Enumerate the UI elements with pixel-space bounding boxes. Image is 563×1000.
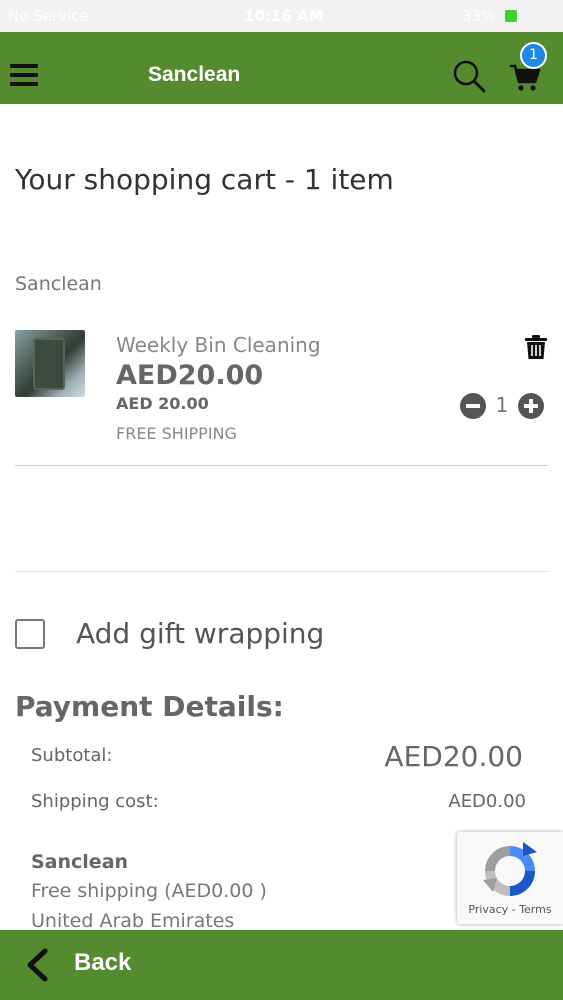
trash-icon[interactable] <box>524 334 548 360</box>
gift-wrap-label[interactable]: Add gift wrapping <box>76 617 324 650</box>
quantity-value: 1 <box>495 393 509 417</box>
shipping-country: United Arab Emirates <box>31 910 235 932</box>
battery-icon <box>505 10 517 22</box>
shipping-cost-value: AED0.00 <box>448 791 526 812</box>
quantity-decrease-icon[interactable] <box>460 393 486 419</box>
product-price: AED20.00 <box>116 360 264 391</box>
clock-label: 10:16 AM <box>244 7 324 25</box>
product-name[interactable]: Weekly Bin Cleaning <box>116 333 321 357</box>
shipping-method: Free shipping (AED0.00 ) <box>31 880 267 902</box>
payment-heading: Payment Details: <box>15 690 284 723</box>
quantity-increase-icon[interactable] <box>518 393 544 419</box>
shipping-cost-label: Shipping cost: <box>31 791 159 812</box>
back-button[interactable]: Back <box>74 949 131 977</box>
divider <box>15 571 548 572</box>
product-unit-price: AED 20.00 <box>116 394 209 413</box>
subtotal-label: Subtotal: <box>31 745 113 766</box>
gift-wrap-checkbox[interactable] <box>15 619 45 649</box>
recaptcha-privacy-link[interactable]: Privacy <box>468 903 508 916</box>
app-title: Sanclean <box>148 63 241 86</box>
status-bar: No Service 10:16 AM 33% <box>0 0 563 32</box>
product-shipping-label: FREE SHIPPING <box>116 424 237 443</box>
battery-label: 33% <box>462 7 496 25</box>
shipping-seller: Sanclean <box>31 851 129 873</box>
recaptcha-icon <box>483 842 537 896</box>
bottom-bar: Back <box>0 930 563 1000</box>
recaptcha-links: Privacy - Terms <box>457 903 563 916</box>
hamburger-menu-icon[interactable] <box>10 64 38 86</box>
seller-name: Sanclean <box>15 273 102 295</box>
product-thumbnail[interactable] <box>15 330 85 397</box>
chevron-left-icon[interactable] <box>24 948 50 982</box>
page-title: Your shopping cart - 1 item <box>15 163 394 196</box>
recaptcha-terms-link[interactable]: Terms <box>519 903 551 916</box>
recaptcha-separator: - <box>508 903 520 916</box>
divider <box>15 465 548 466</box>
search-icon[interactable] <box>452 59 486 93</box>
subtotal-value: AED20.00 <box>384 740 523 773</box>
carrier-label: No Service <box>8 7 89 25</box>
recaptcha-badge[interactable]: Privacy - Terms <box>457 832 563 924</box>
app-header: Sanclean <box>0 32 563 104</box>
cart-count-badge[interactable]: 1 <box>520 42 547 69</box>
